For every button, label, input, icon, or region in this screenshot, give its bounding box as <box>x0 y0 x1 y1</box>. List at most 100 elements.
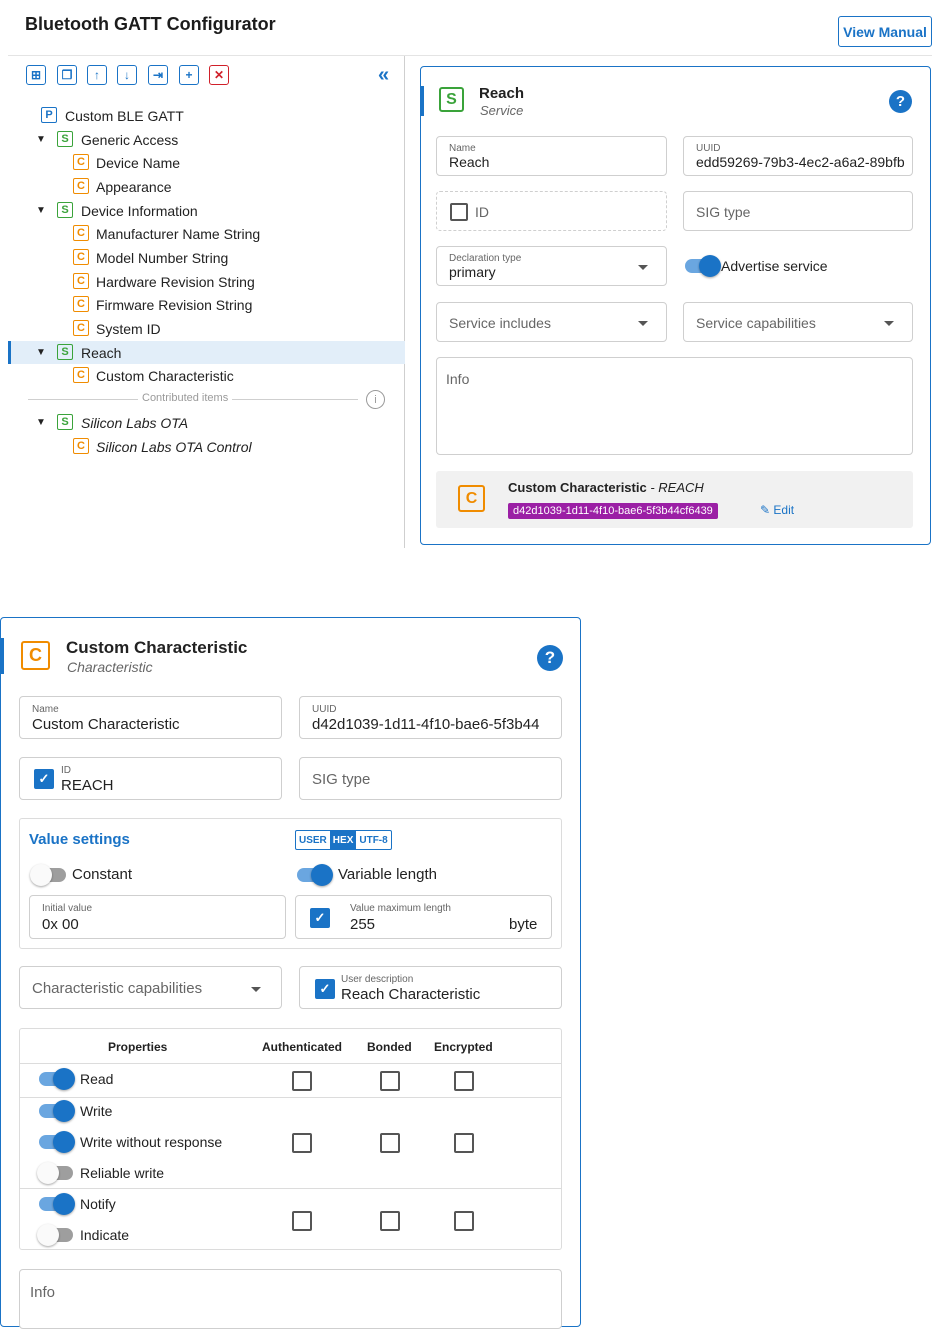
declaration-type-select[interactable]: Declaration type primary <box>436 246 667 286</box>
format-option-user[interactable]: USER <box>296 831 330 849</box>
tree-item-custom-characteristic[interactable]: C Custom Characteristic <box>8 364 405 387</box>
tree-item-system-id[interactable]: C System ID <box>8 317 405 340</box>
collapse-panel-icon[interactable]: « <box>378 64 389 87</box>
tree-item-model-number[interactable]: C Model Number String <box>8 246 405 269</box>
field-value: Custom Characteristic <box>32 716 180 733</box>
char-row-id: - REACH <box>646 480 704 495</box>
characteristic-sig-type-field[interactable]: SIG type <box>299 757 562 800</box>
tree-item-firmware-revision[interactable]: C Firmware Revision String <box>8 293 405 316</box>
service-uuid-field[interactable]: UUID edd59269-79b3-4ec2-a6a2-89bfb <box>683 136 913 176</box>
tree-item-label: Silicon Labs OTA <box>81 414 189 431</box>
export-icon[interactable]: ⇥ <box>148 65 168 85</box>
app-title: Bluetooth GATT Configurator <box>25 14 276 34</box>
delete-icon[interactable]: ✕ <box>209 65 229 85</box>
read-authenticated-checkbox[interactable] <box>292 1071 312 1091</box>
duplicate-icon[interactable]: ❐ <box>57 65 77 85</box>
help-icon[interactable]: ? <box>537 645 563 671</box>
help-icon[interactable]: ? <box>889 90 912 113</box>
property-label: Indicate <box>80 1227 130 1243</box>
write-bonded-checkbox[interactable] <box>380 1133 400 1153</box>
read-encrypted-checkbox[interactable] <box>454 1071 474 1091</box>
characteristic-id-field[interactable]: ✓ ID REACH <box>19 757 282 800</box>
initial-value-field[interactable]: Initial value 0x 00 <box>29 895 286 939</box>
chevron-down-icon[interactable]: ▼ <box>36 134 46 145</box>
indicate-toggle[interactable] <box>37 1224 73 1246</box>
service-icon: S <box>57 344 73 360</box>
field-placeholder: SIG type <box>696 204 751 220</box>
tree-item-appearance[interactable]: C Appearance <box>8 175 405 198</box>
bonded-header: Bonded <box>367 1040 412 1054</box>
write-authenticated-checkbox[interactable] <box>292 1133 312 1153</box>
chevron-down-icon[interactable]: ▼ <box>36 347 46 358</box>
tree-item-device-name[interactable]: C Device Name <box>8 151 405 174</box>
service-sig-type-field[interactable]: SIG type <box>683 191 913 231</box>
write-toggle[interactable] <box>39 1100 75 1122</box>
tree-item-label: Custom BLE GATT <box>65 107 184 124</box>
field-label: UUID <box>696 143 721 154</box>
tree-item-label: Device Information <box>81 202 198 219</box>
service-id-field[interactable]: ID <box>436 191 667 231</box>
notify-authenticated-checkbox[interactable] <box>292 1211 312 1231</box>
move-down-icon[interactable]: ↓ <box>117 65 137 85</box>
service-name-field[interactable]: Name Reach <box>436 136 667 176</box>
characteristic-icon: C <box>73 320 89 336</box>
characteristic-capabilities-select[interactable]: Characteristic capabilities <box>19 966 282 1009</box>
tree-item-hardware-revision[interactable]: C Hardware Revision String <box>8 270 405 293</box>
read-bonded-checkbox[interactable] <box>380 1071 400 1091</box>
characteristic-name-field[interactable]: Name Custom Characteristic <box>19 696 282 739</box>
notify-encrypted-checkbox[interactable] <box>454 1211 474 1231</box>
constant-toggle[interactable] <box>30 864 66 886</box>
tree-item-device-information[interactable]: ▼ S Device Information <box>8 199 405 222</box>
field-placeholder: ID <box>475 204 489 220</box>
chevron-down-icon[interactable]: ▼ <box>36 205 46 216</box>
notify-bonded-checkbox[interactable] <box>380 1211 400 1231</box>
write-without-response-toggle[interactable] <box>39 1131 75 1153</box>
advertise-service-toggle[interactable] <box>685 255 721 277</box>
info-icon[interactable]: i <box>366 390 385 409</box>
edit-link[interactable]: ✎ Edit <box>760 503 794 517</box>
tree-item-silicon-labs-ota-control[interactable]: C Silicon Labs OTA Control <box>8 435 405 458</box>
variable-length-toggle[interactable] <box>297 864 333 886</box>
user-description-checkbox[interactable]: ✓ <box>315 979 335 999</box>
authenticated-header: Authenticated <box>262 1040 343 1054</box>
read-toggle[interactable] <box>39 1068 75 1090</box>
add-icon[interactable]: + <box>179 65 199 85</box>
tree-item-reach[interactable]: ▼ S Reach <box>8 341 405 364</box>
id-checkbox[interactable] <box>450 203 468 221</box>
format-option-utf8[interactable]: UTF-8 <box>356 831 390 849</box>
move-up-icon[interactable]: ↑ <box>87 65 107 85</box>
field-value: 255 <box>350 916 376 933</box>
property-label: Write <box>80 1103 113 1119</box>
id-checkbox[interactable]: ✓ <box>34 769 54 789</box>
value-format-selector[interactable]: USER HEX UTF-8 <box>295 830 392 850</box>
user-description-field[interactable]: ✓ User description Reach Characteristic <box>299 966 562 1009</box>
format-option-hex[interactable]: HEX <box>329 831 357 849</box>
notify-toggle[interactable] <box>39 1193 75 1215</box>
tree-item-custom-ble-gatt[interactable]: P Custom BLE GATT <box>8 104 405 127</box>
tree-item-silicon-labs-ota[interactable]: ▼ S Silicon Labs OTA <box>8 411 405 434</box>
tree-item-label: Reach <box>81 344 122 361</box>
field-label: Name <box>449 143 476 154</box>
characteristic-icon: C <box>73 178 89 194</box>
import-icon[interactable]: ⊞ <box>26 65 46 85</box>
tree-item-generic-access[interactable]: ▼ S Generic Access <box>8 128 405 151</box>
view-manual-button[interactable]: View Manual <box>838 16 932 47</box>
max-length-checkbox[interactable]: ✓ <box>310 908 330 928</box>
contributed-items-divider: Contributed items <box>28 392 368 406</box>
characteristic-title: Custom Characteristic <box>66 638 248 657</box>
tree-item-label: Model Number String <box>96 249 229 266</box>
service-includes-select[interactable]: Service includes <box>436 302 667 342</box>
tree-item-label: Hardware Revision String <box>96 273 255 290</box>
tree-item-manufacturer-name[interactable]: C Manufacturer Name String <box>8 222 405 245</box>
char-row-title: Custom Characteristic <box>508 480 647 495</box>
reliable-write-toggle[interactable] <box>37 1162 73 1184</box>
char-uuid-badge: d42d1039-1d11-4f10-bae6-5f3b44cf6439 <box>508 503 718 519</box>
write-encrypted-checkbox[interactable] <box>454 1133 474 1153</box>
field-placeholder: Characteristic capabilities <box>32 980 203 997</box>
service-info-textarea[interactable]: Info <box>436 357 913 455</box>
characteristic-uuid-field[interactable]: UUID d42d1039-1d11-4f10-bae6-5f3b44 <box>299 696 562 739</box>
max-length-field[interactable]: ✓ Value maximum length 255 byte <box>295 895 552 939</box>
service-capabilities-select[interactable]: Service capabilities <box>683 302 913 342</box>
characteristic-info-textarea[interactable]: Info <box>19 1269 562 1329</box>
chevron-down-icon[interactable]: ▼ <box>36 417 46 428</box>
